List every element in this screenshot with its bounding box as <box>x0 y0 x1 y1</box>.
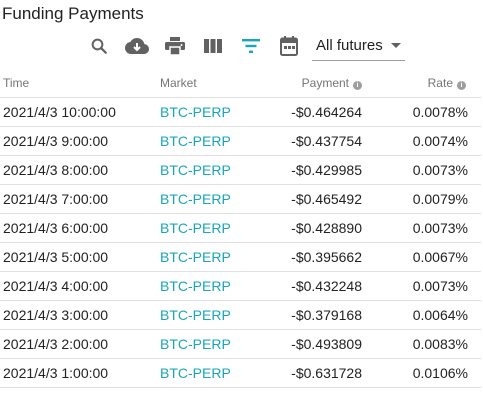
cell-payment: -$0.429985 <box>250 155 362 185</box>
calendar-icon[interactable] <box>270 31 308 61</box>
cell-time: 2021/4/3 9:00:00 <box>0 126 160 156</box>
table-row: 2021/4/3 5:00:00 BTC-PERP -$0.395662 0.0067… <box>0 242 481 272</box>
table-row: 2021/4/3 6:00:00 BTC-PERP -$0.428890 0.0073… <box>0 213 481 243</box>
column-header-market[interactable]: Market <box>160 68 250 98</box>
cell-market-link[interactable]: BTC-PERP <box>160 329 250 359</box>
cell-time: 2021/4/3 1:00:00 <box>0 358 160 388</box>
info-icon[interactable]: i <box>353 80 362 90</box>
cell-rate: 0.0079% <box>362 184 481 214</box>
cell-payment: -$0.437754 <box>250 126 362 156</box>
cell-time: 2021/4/3 5:00:00 <box>0 242 160 272</box>
cell-rate: 0.0078% <box>362 97 481 127</box>
cell-payment: -$0.465492 <box>250 184 362 214</box>
cell-time: 2021/4/3 7:00:00 <box>0 184 160 214</box>
column-header-time[interactable]: Time <box>0 68 160 98</box>
cell-time: 2021/4/3 2:00:00 <box>0 329 160 359</box>
cell-rate: 0.0106% <box>362 358 481 388</box>
cell-time: 2021/4/3 8:00:00 <box>0 155 160 185</box>
column-header-rate-label: Rate <box>427 75 453 90</box>
columns-icon[interactable] <box>194 31 232 61</box>
cell-rate: 0.0083% <box>362 329 481 359</box>
cell-market-link[interactable]: BTC-PERP <box>160 271 250 301</box>
filter-icon[interactable] <box>232 31 270 61</box>
cell-rate: 0.0073% <box>362 155 481 185</box>
table-body: 2021/4/3 10:00:00 BTC-PERP -$0.464264 0.007… <box>0 97 481 388</box>
cloud-download-icon[interactable] <box>118 31 156 61</box>
column-header-payment-label: Payment <box>301 75 349 90</box>
cell-rate: 0.0064% <box>362 300 481 330</box>
cell-payment: -$0.631728 <box>250 358 362 388</box>
table-row: 2021/4/3 4:00:00 BTC-PERP -$0.432248 0.0073… <box>0 271 481 301</box>
page-title: Funding Payments <box>2 4 144 23</box>
column-header-market-label: Market <box>160 75 197 90</box>
cell-time: 2021/4/3 3:00:00 <box>0 300 160 330</box>
table-row: 2021/4/3 10:00:00 BTC-PERP -$0.464264 0.007… <box>0 97 481 127</box>
cell-payment: -$0.432248 <box>250 271 362 301</box>
cell-market-link[interactable]: BTC-PERP <box>160 242 250 272</box>
table-row: 2021/4/3 7:00:00 BTC-PERP -$0.465492 0.0079… <box>0 184 481 214</box>
cell-market-link[interactable]: BTC-PERP <box>160 97 250 127</box>
cell-market-link[interactable]: BTC-PERP <box>160 126 250 156</box>
cell-rate: 0.0067% <box>362 242 481 272</box>
cell-rate: 0.0074% <box>362 126 481 156</box>
table-row: 2021/4/3 1:00:00 BTC-PERP -$0.631728 0.0106… <box>0 358 481 388</box>
cell-time: 2021/4/3 4:00:00 <box>0 271 160 301</box>
table-row: 2021/4/3 2:00:00 BTC-PERP -$0.493809 0.0083… <box>0 329 481 359</box>
cell-payment: -$0.379168 <box>250 300 362 330</box>
cell-rate: 0.0073% <box>362 271 481 301</box>
cell-market-link[interactable]: BTC-PERP <box>160 184 250 214</box>
table-row: 2021/4/3 8:00:00 BTC-PERP -$0.429985 0.0073… <box>0 155 481 185</box>
funding-payments-table: Time Market Payment i Rate i 2021/4/3 10:0… <box>0 68 481 388</box>
cell-payment: -$0.464264 <box>250 97 362 127</box>
table-row: 2021/4/3 3:00:00 BTC-PERP -$0.379168 0.0064… <box>0 300 481 330</box>
cell-time: 2021/4/3 10:00:00 <box>0 97 160 127</box>
cell-market-link[interactable]: BTC-PERP <box>160 155 250 185</box>
print-icon[interactable] <box>156 31 194 61</box>
table-row: 2021/4/3 9:00:00 BTC-PERP -$0.437754 0.0074… <box>0 126 481 156</box>
cell-market-link[interactable]: BTC-PERP <box>160 213 250 243</box>
futures-filter-value: All futures <box>316 37 383 54</box>
futures-filter-select[interactable]: All futures <box>312 32 405 61</box>
cell-payment: -$0.428890 <box>250 213 362 243</box>
cell-rate: 0.0073% <box>362 213 481 243</box>
column-header-payment[interactable]: Payment i <box>250 68 362 98</box>
cell-payment: -$0.395662 <box>250 242 362 272</box>
cell-market-link[interactable]: BTC-PERP <box>160 358 250 388</box>
cell-payment: -$0.493809 <box>250 329 362 359</box>
column-header-rate[interactable]: Rate i <box>362 68 481 98</box>
toolbar: All futures <box>80 31 405 61</box>
caret-down-icon <box>390 43 401 48</box>
search-icon[interactable] <box>80 31 118 61</box>
table-header-row: Time Market Payment i Rate i <box>0 68 481 98</box>
cell-time: 2021/4/3 6:00:00 <box>0 213 160 243</box>
info-icon[interactable]: i <box>457 80 466 90</box>
cell-market-link[interactable]: BTC-PERP <box>160 300 250 330</box>
column-header-time-label: Time <box>3 75 30 90</box>
